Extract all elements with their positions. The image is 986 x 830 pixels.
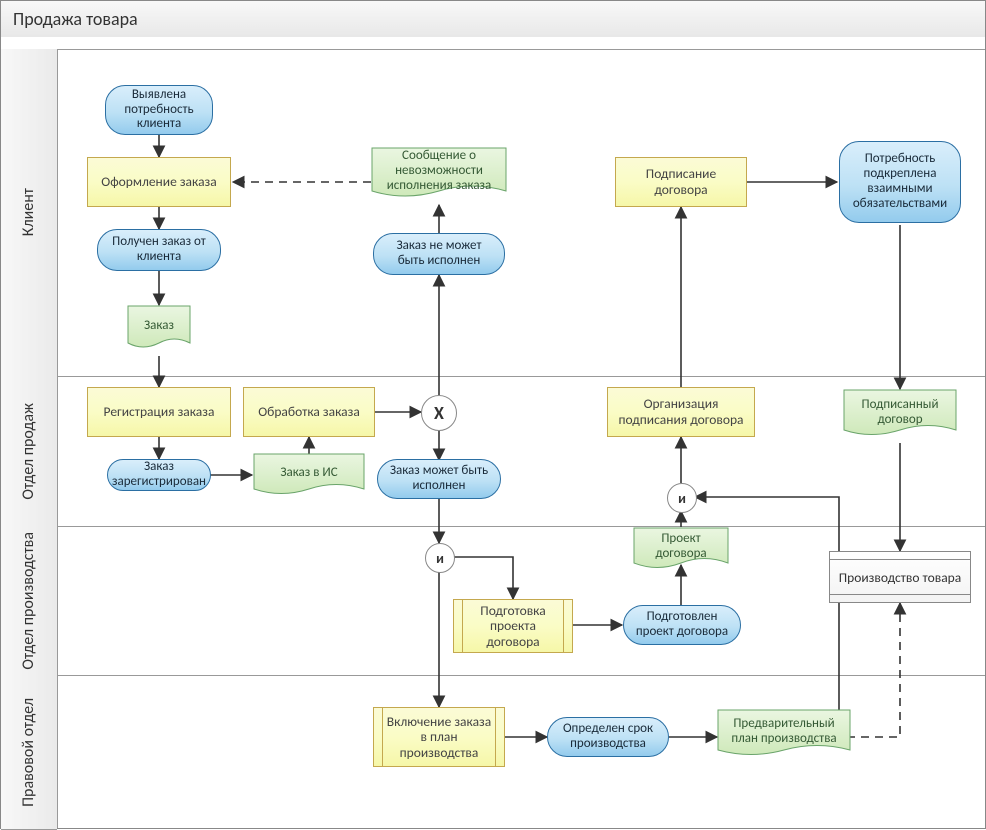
doc-cannot-msg: Сообщение о невозможности исполнения зак… bbox=[371, 147, 507, 205]
event-client-need: Выявлена потребность клиента bbox=[105, 85, 213, 135]
task-process: Обработка заказа bbox=[243, 387, 375, 437]
diagram-title: Продажа товара bbox=[1, 1, 985, 38]
event-order-received: Получен заказ от клиента bbox=[97, 229, 221, 271]
doc-order-is: Заказ в ИС bbox=[253, 453, 365, 501]
task-include-plan: Включение заказа в план производства bbox=[373, 707, 505, 767]
lane-header-production: Отдел производства bbox=[1, 526, 57, 676]
event-need-confirmed: Потребность подкреплена взаимными обязат… bbox=[839, 141, 961, 223]
doc-project-contract: Проект договора bbox=[633, 527, 729, 575]
lane-header-legal: Правовой отдел bbox=[1, 675, 57, 830]
lane-header-sales: Отдел продаж bbox=[1, 376, 57, 527]
gateway-and-upper: и bbox=[667, 483, 697, 513]
lane-header-column: Клиент Отдел продаж Отдел производства П… bbox=[1, 49, 58, 828]
doc-signed-contract: Подписанный договор bbox=[843, 389, 957, 443]
event-registered: Заказ зарегистрирован bbox=[107, 459, 211, 491]
gateway-and-lower: и bbox=[425, 543, 455, 573]
event-can-fulfil: Заказ может быть исполнен bbox=[377, 459, 501, 499]
event-due-date: Определен срок производства bbox=[547, 717, 669, 757]
doc-preplan: Предварительный план производства bbox=[717, 709, 851, 763]
subprocess-production: Производство товара bbox=[829, 551, 971, 603]
task-prepare-project: Подготовка проекта договора bbox=[453, 599, 573, 653]
task-register: Регистрация заказа bbox=[87, 387, 231, 437]
lane-header-client: Клиент bbox=[1, 49, 57, 377]
gateway-exclusive: X bbox=[421, 395, 457, 431]
task-sign-contract: Подписание договора bbox=[615, 157, 747, 207]
diagram-root: Продажа товара Клиент Отдел продаж Отдел… bbox=[0, 0, 986, 829]
doc-order: Заказ bbox=[127, 305, 191, 355]
lane-body: Выявлена потребность клиента Оформление … bbox=[57, 49, 985, 828]
event-cannot-fulfil: Заказ не может быть исполнен bbox=[373, 233, 505, 275]
event-project-ready: Подготовлен проект договора bbox=[623, 605, 741, 645]
task-order: Оформление заказа bbox=[87, 157, 231, 207]
task-organize-sign: Организация подписания договора bbox=[607, 387, 755, 437]
